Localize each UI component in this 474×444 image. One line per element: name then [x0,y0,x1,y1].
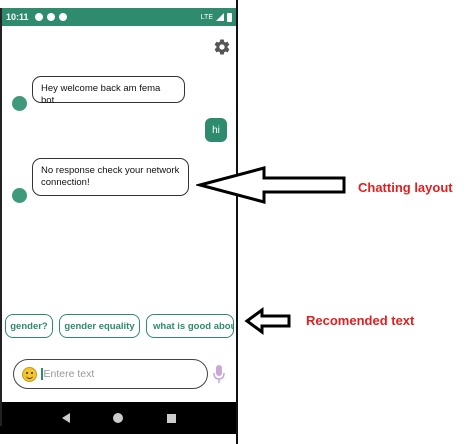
emoji-icon[interactable] [22,366,37,382]
status-time: 10:11 [6,12,29,22]
phone-frame-right [236,0,238,444]
home-icon[interactable] [113,413,124,423]
phone-frame-left [0,8,2,426]
settings-gear-icon[interactable] [213,38,231,56]
sync-status-icon [58,13,67,21]
bot-message-bubble: Hey welcome back am fema bot [32,76,185,106]
message-input-box[interactable] [13,359,208,389]
microphone-icon[interactable] [212,364,226,384]
settings-status-icon [34,13,43,21]
recommended-text-label: Recomended text [306,313,415,328]
signal-icon [216,13,224,21]
chatting-layout-label: Chatting layout [358,180,453,195]
user-message-bubble: hi [205,118,227,142]
phone-screen: 10:11 LTE Hey welcome back am fema bot h… [0,8,238,434]
settings-status-icon-2 [46,13,55,21]
battery-icon [227,12,232,22]
suggestion-chip-gender[interactable]: gender? [5,314,53,338]
bot-message-bubble: No response check your network connectio… [32,158,189,196]
recent-apps-icon[interactable] [167,413,177,423]
suggestion-chip-what-is-good[interactable]: what is good abou [146,314,234,338]
bot-avatar-icon [12,188,27,203]
message-input[interactable] [43,368,194,380]
chatting-layout-arrow-icon [196,166,346,204]
network-label: LTE [200,13,213,21]
recommended-text-arrow-icon [244,307,291,335]
suggestion-chip-gender-equality[interactable]: gender equality [59,314,140,338]
text-caret [41,368,43,380]
navigation-bar [0,402,238,434]
back-icon[interactable] [61,413,70,423]
bot-avatar-icon [12,96,27,111]
status-bar: 10:11 LTE [0,8,238,26]
